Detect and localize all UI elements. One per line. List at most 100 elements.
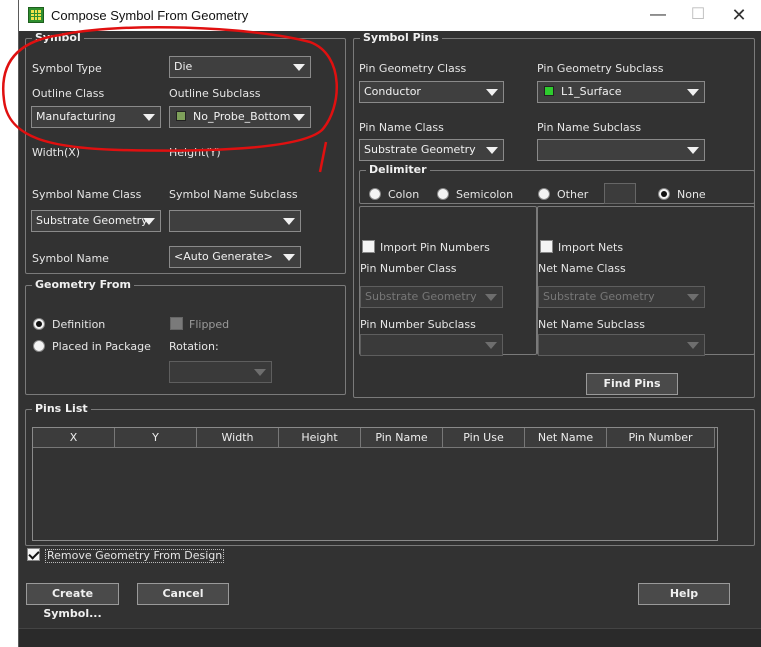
outline-class-label: Outline Class	[32, 87, 105, 100]
column-header-x[interactable]: X	[33, 428, 115, 448]
symbol-name-subclass-select[interactable]	[169, 210, 301, 232]
rotation-label: Rotation:	[169, 340, 219, 353]
import-pin-numbers-label: Import Pin Numbers	[380, 241, 490, 254]
dialog-window: Compose Symbol From Geometry — ☐ ✕ Symbo…	[18, 0, 761, 647]
outline-class-select[interactable]: Manufacturing	[31, 106, 161, 128]
symbol-name-class-label: Symbol Name Class	[32, 188, 142, 201]
colon-radio[interactable]	[369, 188, 381, 200]
pin-geometry-class-value: Conductor	[364, 85, 421, 98]
column-header-height[interactable]: Height	[279, 428, 361, 448]
color-swatch	[176, 111, 186, 121]
help-button[interactable]: Help	[638, 583, 730, 605]
chevron-down-icon	[687, 147, 699, 154]
pin-number-class-value: Substrate Geometry	[365, 290, 477, 303]
import-nets-checkbox[interactable]	[540, 240, 553, 253]
symbol-name-value: <Auto Generate>	[174, 250, 273, 263]
definition-label: Definition	[52, 318, 106, 331]
net-name-subclass-label: Net Name Subclass	[538, 318, 645, 331]
title-bar[interactable]: Compose Symbol From Geometry — ☐ ✕	[19, 0, 761, 31]
import-pin-numbers-checkbox[interactable]	[362, 240, 375, 253]
minimize-icon[interactable]: —	[644, 4, 672, 26]
outline-subclass-label: Outline Subclass	[169, 87, 261, 100]
chevron-down-icon	[143, 218, 155, 225]
symbol-name-label: Symbol Name	[32, 252, 109, 265]
pins-table[interactable]: X Y Width Height Pin Name Pin Use Net Na…	[32, 427, 718, 541]
chevron-down-icon	[687, 89, 699, 96]
symbol-type-value: Die	[174, 60, 193, 73]
pin-geometry-class-select[interactable]: Conductor	[359, 81, 504, 103]
chevron-down-icon	[283, 254, 295, 261]
pin-geometry-subclass-label: Pin Geometry Subclass	[537, 62, 664, 75]
pin-number-class-select[interactable]: Substrate Geometry	[360, 286, 503, 308]
window-title: Compose Symbol From Geometry	[51, 8, 249, 23]
net-name-subclass-select[interactable]	[538, 334, 705, 356]
net-name-class-label: Net Name Class	[538, 262, 626, 275]
column-header-y[interactable]: Y	[115, 428, 197, 448]
cancel-button[interactable]: Cancel	[137, 583, 229, 605]
pin-number-subclass-select[interactable]	[360, 334, 503, 356]
chevron-down-icon	[687, 342, 699, 349]
placed-in-package-label: Placed in Package	[52, 340, 151, 353]
app-grid-icon	[28, 7, 44, 23]
symbol-pins-title: Symbol Pins	[360, 31, 442, 45]
chevron-down-icon	[485, 294, 497, 301]
pin-name-class-select[interactable]: Substrate Geometry	[359, 139, 504, 161]
width-label: Width(X)	[32, 146, 81, 159]
chevron-down-icon	[486, 147, 498, 154]
colon-label: Colon	[388, 188, 420, 201]
net-name-class-value: Substrate Geometry	[543, 290, 655, 303]
remove-geometry-label: Remove Geometry From Design	[45, 549, 225, 563]
height-label: Height(Y)	[169, 146, 221, 159]
pin-geometry-subclass-select[interactable]: L1_Surface	[537, 81, 705, 103]
other-delimiter-input[interactable]	[604, 183, 636, 204]
other-radio[interactable]	[538, 188, 550, 200]
flipped-checkbox[interactable]	[170, 317, 183, 330]
symbol-name-subclass-label: Symbol Name Subclass	[169, 188, 298, 201]
none-radio[interactable]	[658, 188, 670, 200]
find-pins-button[interactable]: Find Pins	[586, 373, 678, 395]
pin-name-subclass-select[interactable]	[537, 139, 705, 161]
pin-name-subclass-label: Pin Name Subclass	[537, 121, 642, 134]
flipped-label: Flipped	[189, 318, 230, 331]
net-name-class-select[interactable]: Substrate Geometry	[538, 286, 705, 308]
status-strip	[19, 628, 761, 647]
remove-geometry-checkbox[interactable]	[27, 548, 40, 561]
chevron-down-icon	[485, 342, 497, 349]
create-symbol-button[interactable]: Create Symbol...	[26, 583, 119, 620]
chevron-down-icon	[293, 114, 305, 121]
symbol-type-label: Symbol Type	[32, 62, 102, 75]
column-header-pin-name[interactable]: Pin Name	[361, 428, 443, 448]
none-label: None	[677, 188, 706, 201]
rotation-select[interactable]	[169, 361, 272, 383]
chevron-down-icon	[687, 294, 699, 301]
chevron-down-icon	[293, 64, 305, 71]
chevron-down-icon	[254, 369, 266, 376]
chevron-down-icon	[283, 218, 295, 225]
chevron-down-icon	[143, 114, 155, 121]
symbol-type-select[interactable]: Die	[169, 56, 311, 78]
placed-in-package-radio[interactable]	[33, 340, 45, 352]
pin-number-class-label: Pin Number Class	[360, 262, 457, 275]
symbol-name-class-value: Substrate Geometry	[36, 214, 148, 227]
symbol-name-class-select[interactable]: Substrate Geometry	[31, 210, 161, 232]
column-header-pin-number[interactable]: Pin Number	[607, 428, 715, 448]
color-swatch	[544, 86, 554, 96]
semicolon-radio[interactable]	[437, 188, 449, 200]
column-header-width[interactable]: Width	[197, 428, 279, 448]
outline-subclass-select[interactable]: No_Probe_Bottom	[169, 106, 311, 128]
column-header-net-name[interactable]: Net Name	[525, 428, 607, 448]
semicolon-label: Semicolon	[456, 188, 514, 201]
close-icon[interactable]: ✕	[725, 4, 753, 26]
chevron-down-icon	[486, 89, 498, 96]
outline-class-value: Manufacturing	[36, 110, 116, 123]
pin-geometry-class-label: Pin Geometry Class	[359, 62, 467, 75]
geometry-from-title: Geometry From	[32, 278, 134, 292]
maximize-icon[interactable]: ☐	[684, 4, 712, 26]
column-header-pin-use[interactable]: Pin Use	[443, 428, 525, 448]
pin-name-class-value: Substrate Geometry	[364, 143, 476, 156]
pins-list-title: Pins List	[32, 402, 91, 416]
import-nets-label: Import Nets	[558, 241, 624, 254]
definition-radio[interactable]	[33, 318, 45, 330]
delimiter-title: Delimiter	[366, 163, 430, 177]
symbol-name-select[interactable]: <Auto Generate>	[169, 246, 301, 268]
